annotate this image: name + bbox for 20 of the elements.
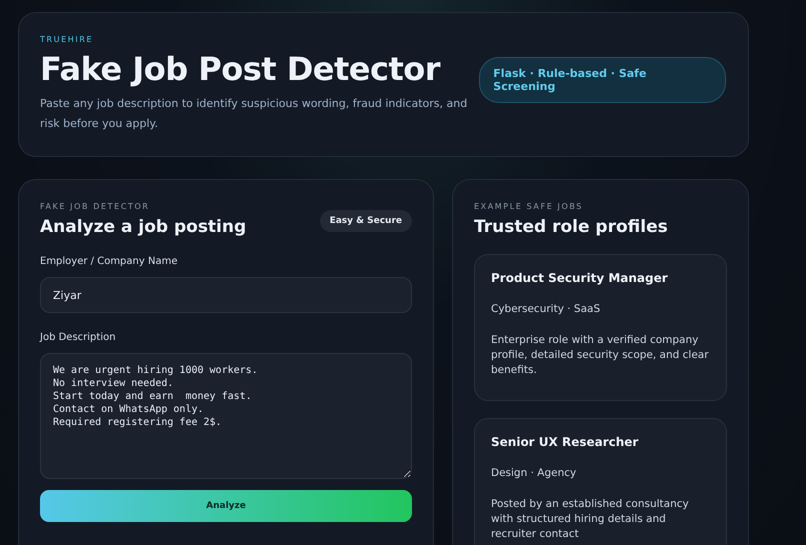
section-title: Analyze a job posting — [40, 217, 246, 237]
section-label: EXAMPLE SAFE JOBS — [474, 202, 584, 211]
page-subtitle: Paste any job description to identify suspicious wording, fraud indicators, and risk before you apply. — [40, 96, 468, 132]
company-name-field[interactable]: Ziyar — [40, 277, 412, 313]
field-label: Job Description — [40, 332, 117, 343]
job-meta: Cybersecurity · SaaS — [491, 303, 602, 315]
job-description-field[interactable]: We are urgent hiring 1000 workers. No interview needed. Start today and earn money fast. Contact on WhatsApp only. Required registering fee 2$. — [40, 353, 412, 479]
job-meta: Design · Agency — [491, 467, 578, 479]
job-description: Posted by an established consultancy with structured hiring details and recruiter contact — [491, 497, 690, 542]
job-title: Senior UX Researcher — [491, 435, 640, 449]
brand-label: TRUEHIRE — [40, 35, 94, 44]
page-title: Fake Job Post Detector — [40, 50, 442, 88]
job-description: Enterprise role with a verified company profile, detailed security scope, and clear benefits. — [491, 333, 710, 378]
job-title: Product Security Manager — [491, 271, 669, 285]
analyze-button[interactable]: Analyze — [40, 490, 412, 522]
field-label: Employer / Company Name — [40, 256, 178, 267]
section-label: FAKE JOB DETECTOR — [40, 202, 151, 211]
tech-badge: Flask · Rule-based · Safe Screening — [479, 56, 726, 102]
secure-badge: Easy & Secure — [320, 210, 412, 232]
section-title: Trusted role profiles — [474, 217, 669, 237]
